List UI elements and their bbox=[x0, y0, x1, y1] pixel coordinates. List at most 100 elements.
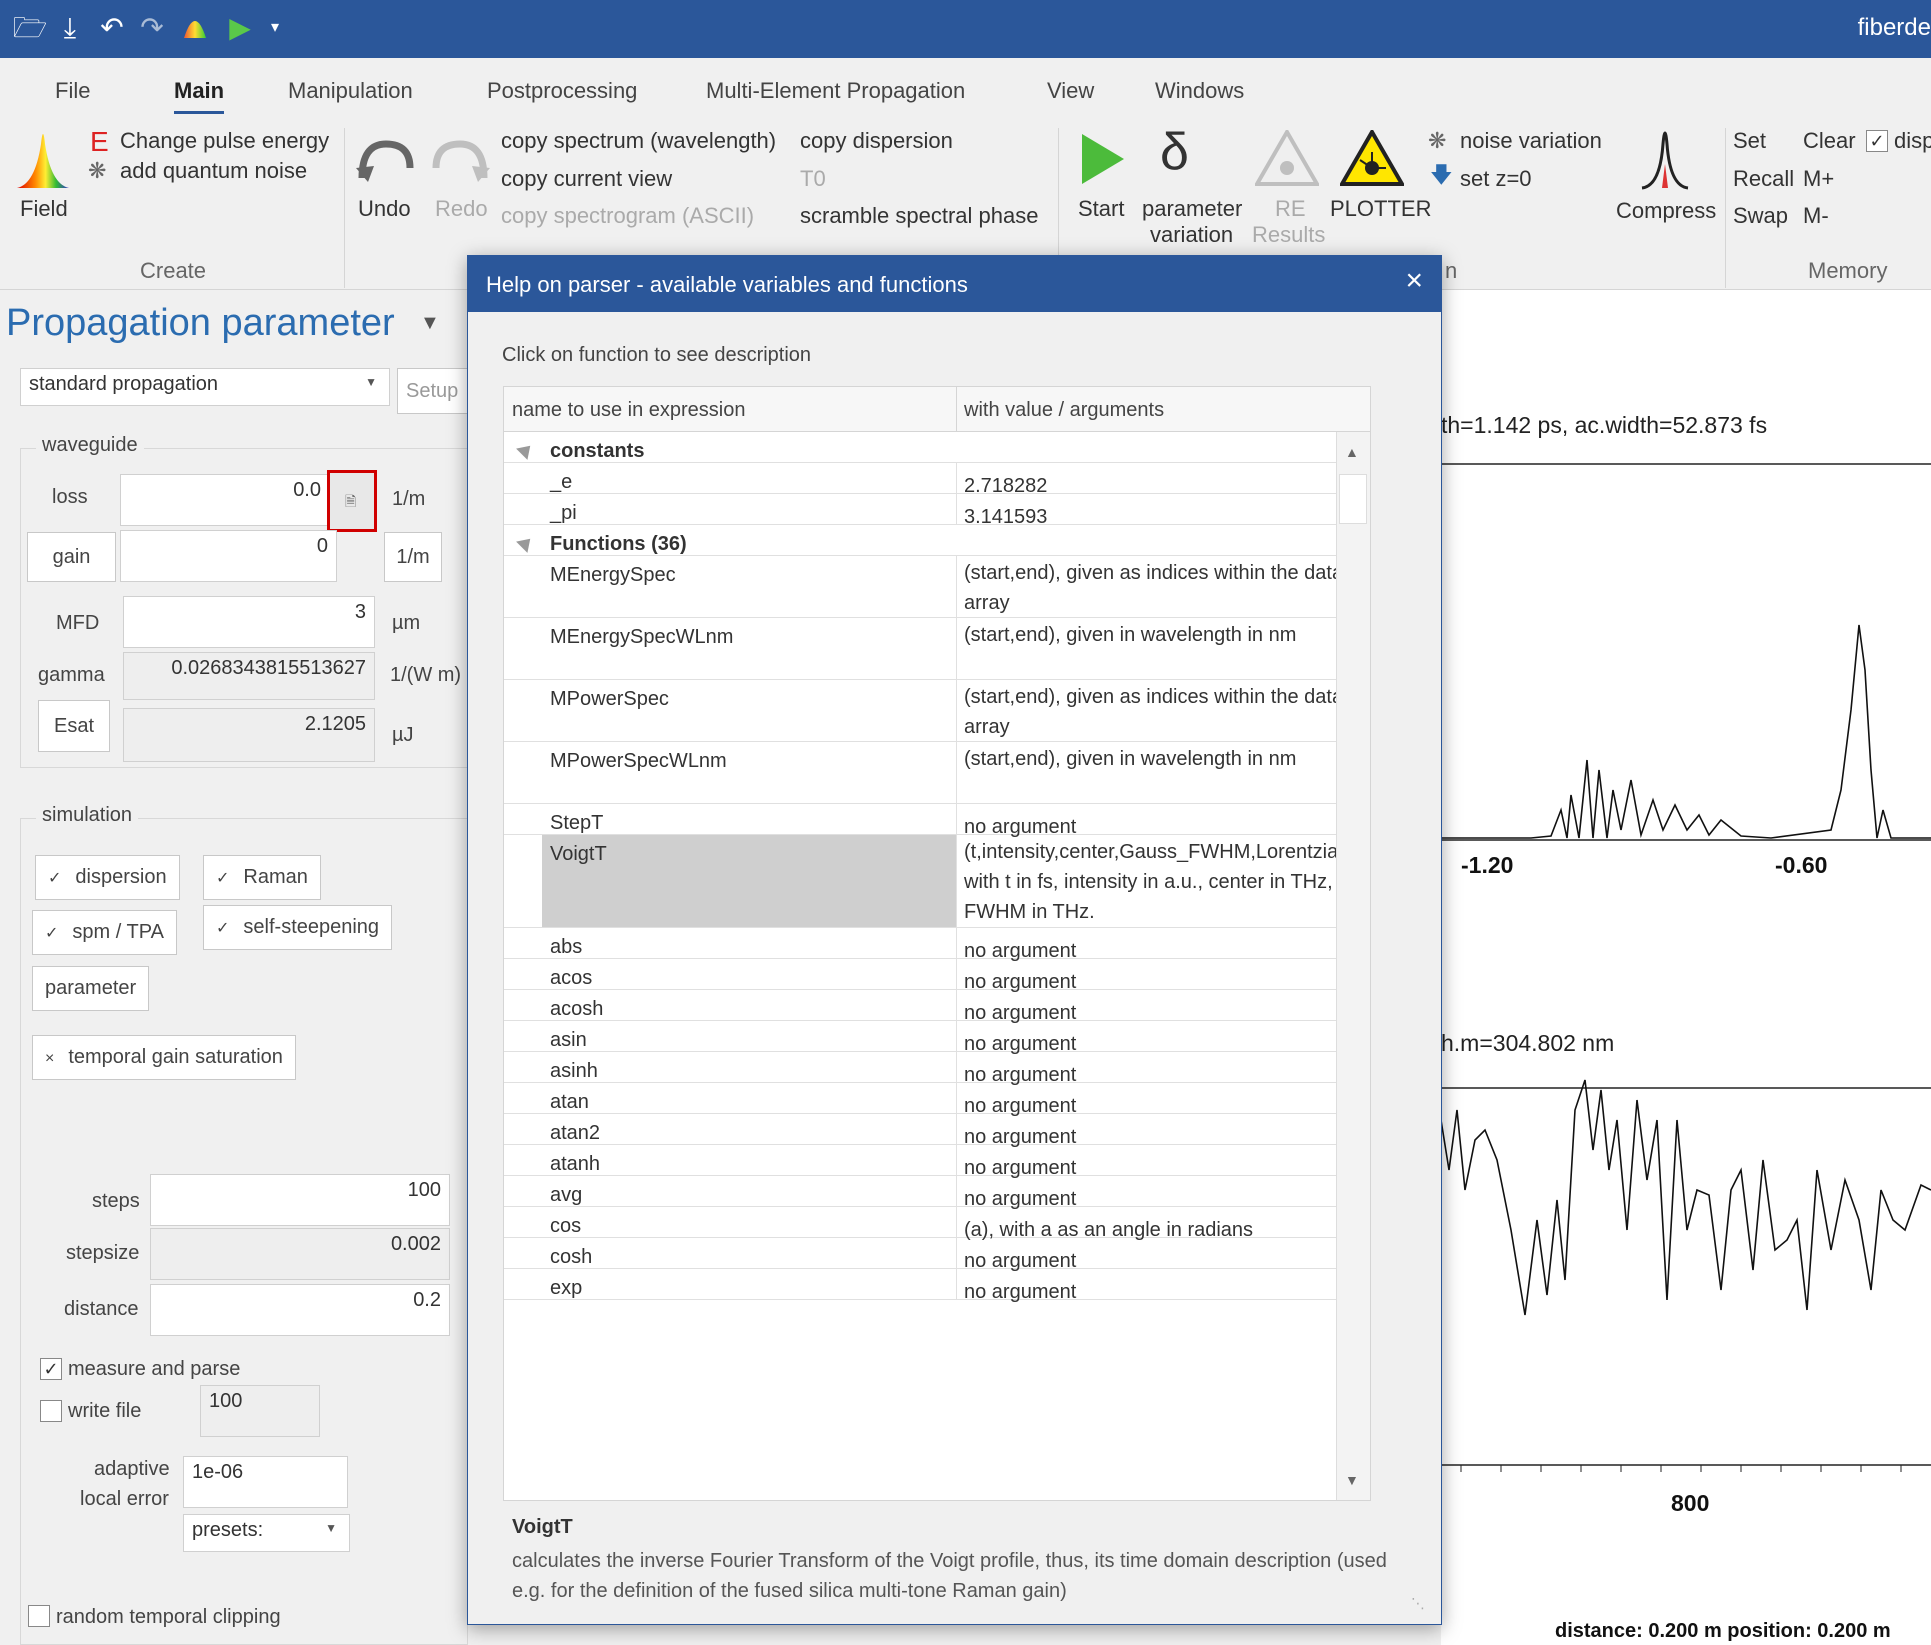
temporal-gain-saturation-toggle[interactable]: × temporal gain saturation bbox=[32, 1035, 296, 1080]
dispersion-toggle[interactable]: ✓ dispersion bbox=[35, 855, 180, 900]
function-row[interactable]: abs no argument bbox=[504, 928, 1370, 962]
compress-icon[interactable] bbox=[1640, 124, 1690, 195]
redo-big-icon[interactable] bbox=[430, 138, 490, 187]
function-row[interactable]: StepT no argument bbox=[504, 804, 1370, 838]
add-quantum-noise-button[interactable]: add quantum noise bbox=[120, 158, 307, 184]
copy-dispersion-button[interactable]: copy dispersion bbox=[800, 128, 953, 154]
save-icon[interactable]: ⤓ bbox=[50, 8, 90, 48]
adaptive-error-input[interactable]: 1e-06 bbox=[183, 1456, 348, 1508]
esat-button[interactable]: Esat bbox=[38, 700, 110, 752]
undo-icon[interactable]: ↶ bbox=[92, 8, 132, 48]
memory-recall-button[interactable]: Recall bbox=[1733, 166, 1794, 192]
function-row[interactable]: avg no argument bbox=[504, 1176, 1370, 1210]
customize-quick-access-icon[interactable]: ▾ bbox=[255, 8, 295, 48]
noise-variation-button[interactable]: noise variation bbox=[1460, 128, 1602, 154]
scramble-spectral-phase-button[interactable]: scramble spectral phase bbox=[800, 203, 1038, 229]
scroll-down-icon[interactable]: ▼ bbox=[1345, 1472, 1359, 1488]
tab-windows[interactable]: Windows bbox=[1155, 78, 1244, 104]
parameter-button[interactable]: parameter bbox=[32, 966, 150, 1011]
re-results-label-2[interactable]: Results bbox=[1252, 222, 1325, 248]
t0-button[interactable]: T0 bbox=[800, 166, 826, 192]
function-row[interactable]: atan no argument bbox=[504, 1083, 1370, 1117]
redo-button[interactable]: Redo bbox=[435, 196, 488, 222]
memory-mminus-button[interactable]: M- bbox=[1803, 203, 1829, 229]
field-icon[interactable] bbox=[15, 124, 71, 195]
vertical-scrollbar[interactable]: ▲ ▼ bbox=[1336, 432, 1370, 1500]
disp-checkbox[interactable]: ✓ bbox=[1866, 130, 1888, 152]
close-icon[interactable]: × bbox=[1405, 264, 1423, 298]
function-row[interactable]: acosh no argument bbox=[504, 990, 1370, 1024]
undo-big-icon[interactable] bbox=[356, 138, 416, 187]
undo-button[interactable]: Undo bbox=[358, 196, 411, 222]
tab-main[interactable]: Main bbox=[174, 78, 225, 114]
gain-unit-button[interactable]: 1/m bbox=[384, 532, 442, 582]
tab-file[interactable]: File bbox=[55, 78, 90, 104]
write-file-checkbox[interactable] bbox=[40, 1400, 62, 1422]
field-button-label[interactable]: Field bbox=[20, 196, 68, 222]
function-row[interactable]: VoigtT (t,intensity,center,Gauss_FWHM,Lor… bbox=[504, 835, 1370, 928]
function-row[interactable]: cosh no argument bbox=[504, 1238, 1370, 1272]
parameter-variation-label-2[interactable]: variation bbox=[1150, 222, 1233, 248]
tab-postprocessing[interactable]: Postprocessing bbox=[487, 78, 637, 104]
spm-tpa-toggle[interactable]: ✓ spm / TPA bbox=[32, 910, 177, 955]
scroll-thumb[interactable] bbox=[1339, 474, 1367, 524]
function-row[interactable]: atan2 no argument bbox=[504, 1114, 1370, 1148]
random-clipping-checkbox[interactable] bbox=[28, 1605, 50, 1627]
function-row[interactable]: MEnergySpec (start,end), given as indices… bbox=[504, 556, 1370, 618]
gain-button[interactable]: gain bbox=[27, 532, 116, 582]
parameter-variation-label-1[interactable]: parameter bbox=[1142, 196, 1242, 222]
run-icon[interactable]: ▶ bbox=[220, 8, 260, 48]
function-row[interactable]: atanh no argument bbox=[504, 1145, 1370, 1179]
function-row[interactable]: acos no argument bbox=[504, 959, 1370, 993]
start-play-icon[interactable] bbox=[1080, 132, 1126, 191]
measure-parse-checkbox[interactable]: ✓ bbox=[40, 1358, 62, 1380]
set-z0-button[interactable]: set z=0 bbox=[1460, 166, 1532, 192]
compress-button[interactable]: Compress bbox=[1616, 198, 1716, 224]
distance-input[interactable]: 0.2 bbox=[150, 1284, 450, 1336]
presets-select[interactable]: presets: ▼ bbox=[183, 1514, 350, 1552]
function-row[interactable]: MPowerSpec (start,end), given as indices … bbox=[504, 680, 1370, 742]
memory-swap-button[interactable]: Swap bbox=[1733, 203, 1788, 229]
re-results-warning-icon[interactable] bbox=[1253, 127, 1321, 191]
tab-manipulation[interactable]: Manipulation bbox=[288, 78, 413, 104]
steps-input[interactable]: 100 bbox=[150, 1174, 450, 1226]
memory-mplus-button[interactable]: M+ bbox=[1803, 166, 1834, 192]
copy-current-view-button[interactable]: copy current view bbox=[501, 166, 672, 192]
mfd-input[interactable]: 3 bbox=[123, 596, 375, 648]
raman-toggle[interactable]: ✓ Raman bbox=[203, 855, 321, 900]
function-row[interactable]: asinh no argument bbox=[504, 1052, 1370, 1086]
copy-spectrogram-button[interactable]: copy spectrogram (ASCII) bbox=[501, 203, 754, 229]
setup-button[interactable]: Setup bbox=[397, 368, 472, 414]
change-pulse-energy-button[interactable]: Change pulse energy bbox=[120, 128, 329, 154]
tab-view[interactable]: View bbox=[1047, 78, 1094, 104]
plotter-button[interactable]: PLOTTER bbox=[1330, 196, 1431, 222]
memory-set-button[interactable]: Set bbox=[1733, 128, 1766, 154]
start-button[interactable]: Start bbox=[1078, 196, 1124, 222]
panel-menu-chevron-icon[interactable]: ▼ bbox=[420, 312, 440, 335]
collapse-triangle-icon[interactable] bbox=[516, 440, 536, 460]
group-row[interactable]: constants bbox=[504, 432, 1370, 463]
open-folder-icon[interactable]: 🗁 bbox=[10, 8, 50, 48]
function-row[interactable]: cos (a), with a as an angle in radians bbox=[504, 1207, 1370, 1241]
plotter-laser-icon[interactable] bbox=[1338, 127, 1406, 191]
field-spectrum-icon[interactable] bbox=[175, 8, 215, 48]
function-row[interactable]: MEnergySpecWLnm (start,end), given in wav… bbox=[504, 618, 1370, 680]
function-row[interactable]: exp no argument bbox=[504, 1269, 1370, 1303]
redo-icon[interactable]: ↷ bbox=[132, 8, 172, 48]
delta-parameter-icon[interactable]: δ bbox=[1160, 122, 1189, 182]
function-row[interactable]: _pi 3.141593 bbox=[504, 494, 1370, 528]
memory-clear-button[interactable]: Clear bbox=[1803, 128, 1856, 154]
column-header-name[interactable]: name to use in expression bbox=[512, 399, 745, 422]
column-header-value[interactable]: with value / arguments bbox=[964, 399, 1164, 422]
self-steepening-toggle[interactable]: ✓ self-steepening bbox=[203, 905, 393, 950]
propagation-mode-select[interactable]: standard propagation ▼ bbox=[20, 368, 390, 406]
function-row[interactable]: asin no argument bbox=[504, 1021, 1370, 1055]
function-row[interactable]: MPowerSpecWLnm (start,end), given in wave… bbox=[504, 742, 1370, 804]
function-row[interactable]: _e 2.718282 bbox=[504, 463, 1370, 497]
re-results-label-1[interactable]: RE bbox=[1275, 196, 1306, 222]
copy-spectrum-button[interactable]: copy spectrum (wavelength) bbox=[501, 128, 776, 154]
gain-input[interactable]: 0 bbox=[120, 530, 337, 582]
parse-expression-button[interactable]: 🗎 bbox=[327, 470, 377, 532]
group-row[interactable]: Functions (36) bbox=[504, 525, 1370, 556]
resize-grip-icon[interactable]: ⋱ bbox=[1411, 1595, 1425, 1612]
